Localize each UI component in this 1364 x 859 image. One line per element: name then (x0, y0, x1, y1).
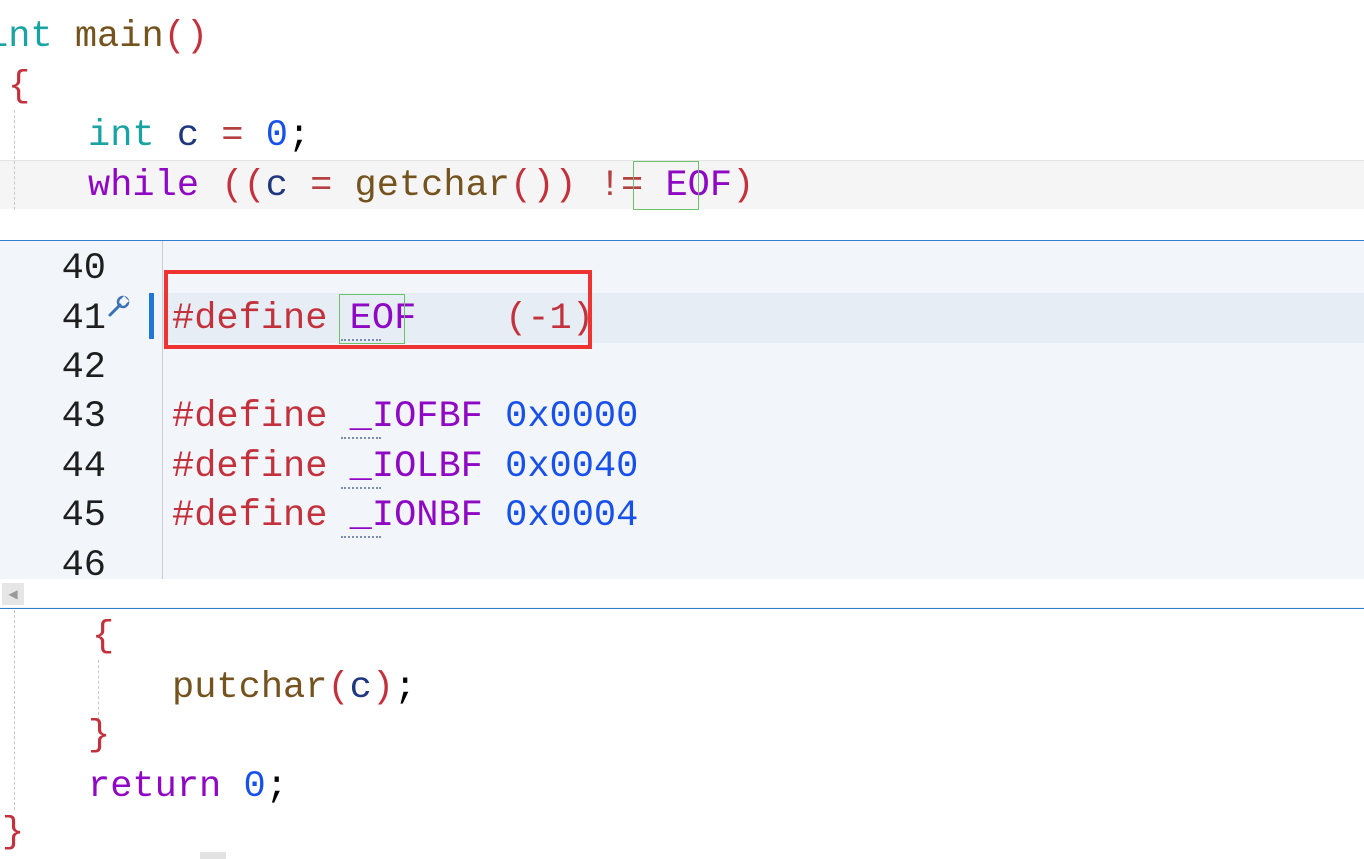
scroll-thumb[interactable] (200, 852, 226, 859)
close-brace[interactable]: } (88, 711, 110, 761)
line-number: 45 (61, 495, 106, 537)
macro-value: 0x0004 (505, 495, 639, 537)
indent-guide (14, 110, 15, 210)
parens: () (163, 16, 209, 58)
symbol-highlight (633, 161, 699, 210)
open-brace[interactable]: { (92, 612, 114, 662)
wrench-icon[interactable] (106, 293, 132, 319)
gutter-separator (162, 241, 163, 579)
macro-iolbf[interactable]: _IOLBF (350, 446, 483, 488)
macro-ionbf[interactable]: _IONBF (350, 495, 483, 537)
function-name: main (74, 16, 164, 58)
preprocessor-directive: #define (172, 446, 328, 488)
close-brace[interactable]: } (2, 808, 24, 858)
number-literal: 0 (243, 766, 266, 808)
squiggle (341, 487, 381, 489)
function-putchar: putchar (172, 667, 328, 709)
code-line-main[interactable]: int main() (0, 12, 208, 62)
keyword-int: int (0, 16, 53, 58)
line-number: 43 (61, 396, 106, 438)
variable-c: c (349, 667, 372, 709)
line-number: 40 (61, 248, 106, 290)
number-literal: 0 (265, 115, 288, 157)
parens: ( (327, 667, 350, 709)
parens: ) (732, 165, 755, 207)
operator-assign: = (310, 165, 333, 207)
semicolon: ; (394, 667, 417, 709)
line-number: 44 (61, 446, 106, 488)
keyword-int: int (88, 115, 155, 157)
change-indicator (149, 293, 154, 339)
squiggle (341, 536, 381, 538)
parens: ) (371, 667, 395, 709)
operator-assign: = (221, 115, 244, 157)
highlight-annotation (164, 270, 592, 349)
code-line-define-iofbf[interactable]: #define _IOFBF 0x0000 (172, 392, 638, 442)
code-line-declaration[interactable]: int c = 0; (88, 111, 310, 161)
preprocessor-directive: #define (172, 495, 328, 537)
parens: (( (221, 165, 266, 207)
semicolon: ; (265, 766, 288, 808)
keyword-return: return (88, 766, 222, 808)
code-line-return[interactable]: return 0; (88, 762, 288, 812)
variable-c: c (265, 165, 288, 207)
macro-iofbf[interactable]: _IOFBF (350, 396, 483, 438)
code-line-putchar[interactable]: putchar(c); (172, 663, 416, 713)
horizontal-scrollbar[interactable]: ◀ (0, 579, 1364, 607)
macro-value: 0x0040 (505, 446, 639, 488)
semicolon: ; (287, 115, 311, 157)
line-number: 42 (61, 347, 106, 389)
macro-value: 0x0000 (505, 396, 639, 438)
scroll-left-icon[interactable]: ◀ (2, 583, 24, 605)
line-number: 41 (61, 298, 106, 340)
variable-c: c (176, 115, 200, 157)
open-brace[interactable]: { (8, 62, 30, 112)
code-line-define-iolbf[interactable]: #define _IOLBF 0x0040 (172, 442, 638, 492)
preprocessor-directive: #define (172, 396, 328, 438)
keyword-while: while (88, 165, 200, 207)
indent-guide (14, 610, 15, 810)
code-line-define-ionbf[interactable]: #define _IONBF 0x0004 (172, 491, 638, 541)
squiggle (341, 437, 381, 439)
function-getchar: getchar (354, 165, 510, 207)
parens: ()) (509, 165, 577, 207)
